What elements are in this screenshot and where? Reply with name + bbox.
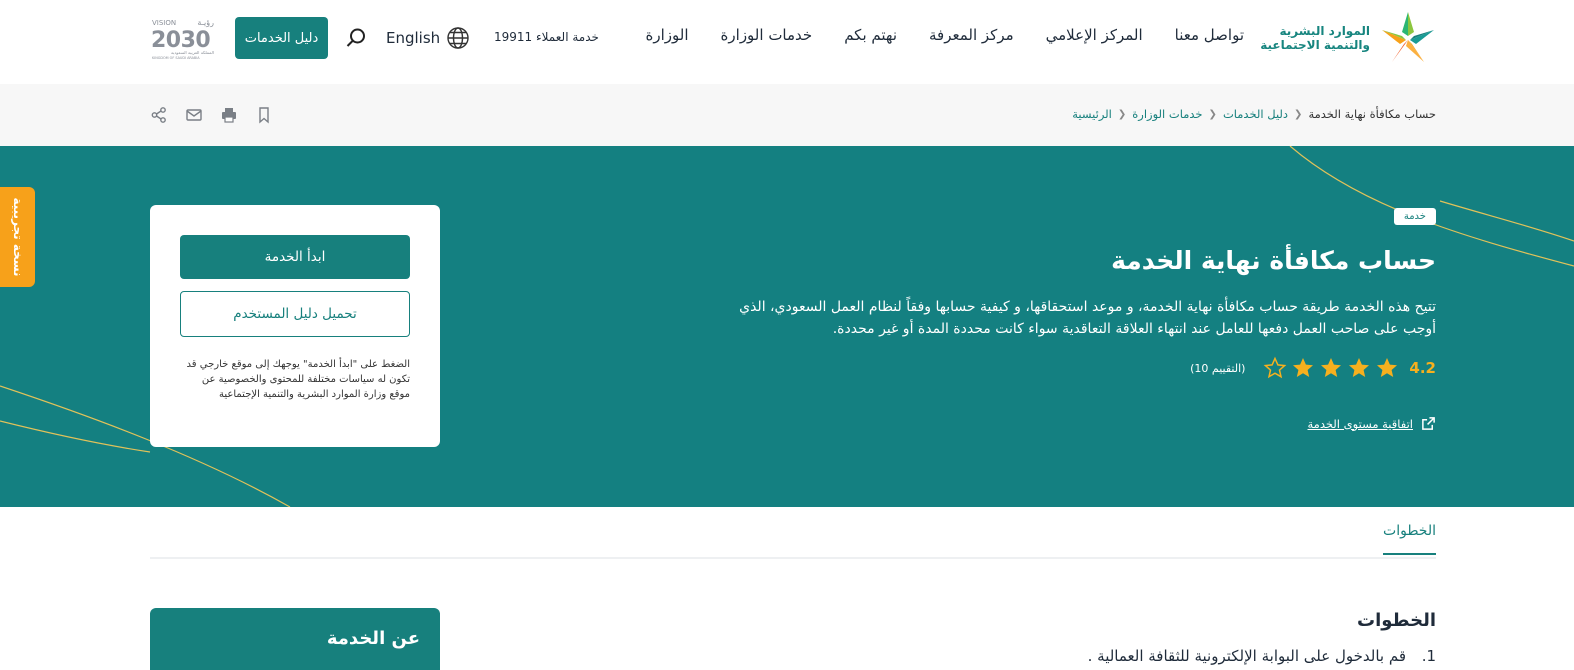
- nav-item-knowledge-center[interactable]: مركز المعرفة: [929, 26, 1014, 44]
- content-tabs: الخطوات: [150, 507, 1436, 559]
- about-service-title: عن الخدمة: [326, 628, 420, 649]
- star-filled-icon[interactable]: [1319, 356, 1343, 380]
- star-filled-icon[interactable]: [1347, 356, 1371, 380]
- chevron-left-icon: ❮: [1294, 108, 1303, 120]
- service-rating: 4.2 (التقييم 10): [1190, 356, 1436, 380]
- star-empty-icon[interactable]: [1263, 356, 1287, 380]
- globe-icon: [447, 27, 469, 49]
- nav-item-media-center[interactable]: المركز الإعلامي: [1046, 26, 1143, 44]
- nav-item-contact[interactable]: تواصل معنا: [1175, 26, 1244, 44]
- chevron-left-icon: ❮: [1208, 108, 1217, 120]
- star-filled-icon[interactable]: [1375, 356, 1399, 380]
- start-service-button[interactable]: ابدأ الخدمة: [180, 235, 410, 279]
- chevron-left-icon: ❮: [1117, 108, 1127, 120]
- vision-label: VISION: [152, 19, 176, 27]
- vision-arabic: رؤيـة: [197, 18, 214, 27]
- beta-version-tab[interactable]: نسخة تجريبية: [0, 187, 35, 287]
- breadcrumb-ministry-services[interactable]: خدمات الوزارة: [1132, 107, 1202, 121]
- service-tag: خدمة: [1393, 208, 1436, 225]
- nav-item-ministry[interactable]: الوزارة: [646, 26, 689, 44]
- bookmark-icon[interactable]: [255, 106, 273, 124]
- ministry-name-line1: الموارد البشرية: [1279, 24, 1370, 38]
- star-filled-icon[interactable]: [1291, 356, 1315, 380]
- breadcrumb-bar: الرئيسية ❮ خدمات الوزارة ❮ دليل الخدمات …: [0, 84, 1574, 146]
- ministry-star-icon: [1382, 12, 1434, 62]
- breadcrumb-home[interactable]: الرئيسية: [1072, 107, 1112, 121]
- sla-link-label: اتفاقية مستوى الخدمة: [1307, 416, 1413, 431]
- services-guide-button[interactable]: دليل الخدمات: [235, 17, 328, 59]
- main-nav: الوزارة خدمات الوزارة نهتم بكم مركز المع…: [646, 26, 1244, 44]
- ministry-name: الموارد البشرية والتنمية الاجتماعية: [1260, 24, 1370, 52]
- mail-icon[interactable]: [185, 106, 203, 124]
- about-service-card: عن الخدمة: [150, 608, 440, 670]
- sla-link[interactable]: اتفاقية مستوى الخدمة: [1308, 416, 1436, 431]
- site-header: الموارد البشرية والتنمية الاجتماعية الوز…: [0, 0, 1574, 84]
- vision-kingdom-ar: المملكة العربية السعودية: [171, 50, 214, 55]
- search-icon[interactable]: [344, 26, 368, 50]
- breadcrumb: الرئيسية ❮ خدمات الوزارة ❮ دليل الخدمات …: [1072, 107, 1436, 121]
- share-icon[interactable]: [150, 106, 168, 124]
- external-site-note: الضغط على "ابدأ الخدمة" يوجهك إلى موقع خ…: [186, 359, 410, 400]
- step-number: .1: [1421, 647, 1436, 665]
- page-title: حساب مكافأة نهاية الخدمة: [1111, 246, 1436, 275]
- print-icon[interactable]: [220, 106, 238, 124]
- nav-item-care[interactable]: نهتم بكم: [844, 26, 897, 44]
- beta-version-label: نسخة تجريبية: [10, 197, 25, 277]
- language-label: English: [386, 29, 441, 47]
- page-tools: [150, 106, 273, 124]
- language-switch[interactable]: English: [386, 26, 470, 50]
- breadcrumb-current: حساب مكافأة نهاية الخدمة: [1308, 107, 1436, 121]
- step-item: قم بالدخول على البوابة الإلكترونية للثقا…: [1087, 647, 1406, 665]
- service-action-card: ابدأ الخدمة تحميل دليل المستخدم الضغط عل…: [150, 205, 440, 447]
- external-link-icon: [1422, 417, 1435, 430]
- customer-service-hotline[interactable]: خدمة العملاء 19911: [494, 30, 599, 44]
- download-user-guide-button[interactable]: تحميل دليل المستخدم: [180, 291, 410, 337]
- service-description: تتيح هذه الخدمة طريقة حساب مكافأة نهاية …: [739, 299, 1436, 337]
- tab-steps[interactable]: الخطوات: [1383, 523, 1436, 555]
- nav-item-services[interactable]: خدمات الوزارة: [721, 26, 813, 44]
- steps-title: الخطوات: [1357, 610, 1436, 631]
- ministry-name-line2: والتنمية الاجتماعية: [1260, 38, 1370, 52]
- rating-count: (التقييم 10): [1190, 361, 1246, 375]
- rating-value: 4.2: [1409, 359, 1436, 377]
- breadcrumb-services-guide[interactable]: دليل الخدمات: [1223, 107, 1288, 121]
- ministry-logo[interactable]: الموارد البشرية والتنمية الاجتماعية: [1260, 10, 1440, 66]
- vision-2030-logo: VISION رؤيـة 2030 المملكة العربية السعود…: [151, 18, 214, 60]
- vision-kingdom-en: KINGDOM OF SAUDI ARABIA: [152, 56, 200, 60]
